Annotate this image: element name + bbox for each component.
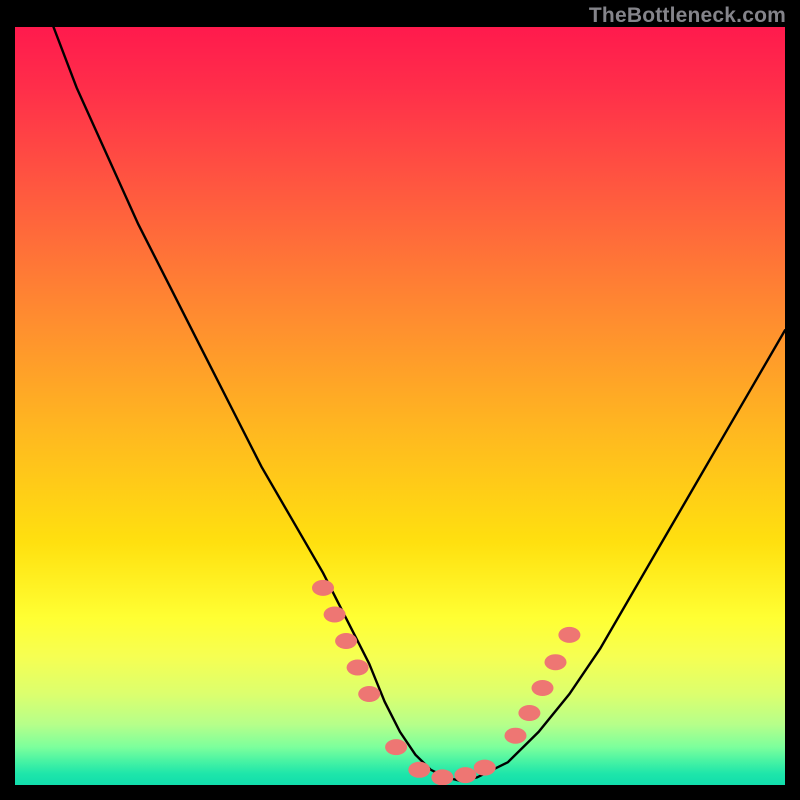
marker-dot: [474, 760, 496, 776]
watermark-text: TheBottleneck.com: [589, 4, 786, 28]
marker-dot: [505, 728, 527, 744]
highlight-dots: [312, 580, 580, 785]
chart-stage: TheBottleneck.com: [0, 0, 800, 800]
marker-dot: [312, 580, 334, 596]
marker-dot: [518, 705, 540, 721]
marker-dot: [347, 660, 369, 676]
marker-dot: [431, 769, 453, 785]
marker-dot: [558, 627, 580, 643]
marker-dot: [358, 686, 380, 702]
marker-dot: [324, 607, 346, 623]
markers-svg: [15, 27, 785, 785]
marker-dot: [385, 739, 407, 755]
plot-area: [15, 27, 785, 785]
marker-dot: [335, 633, 357, 649]
marker-dot: [408, 762, 430, 778]
marker-dot: [454, 767, 476, 783]
marker-dot: [532, 680, 554, 696]
marker-dot: [545, 654, 567, 670]
